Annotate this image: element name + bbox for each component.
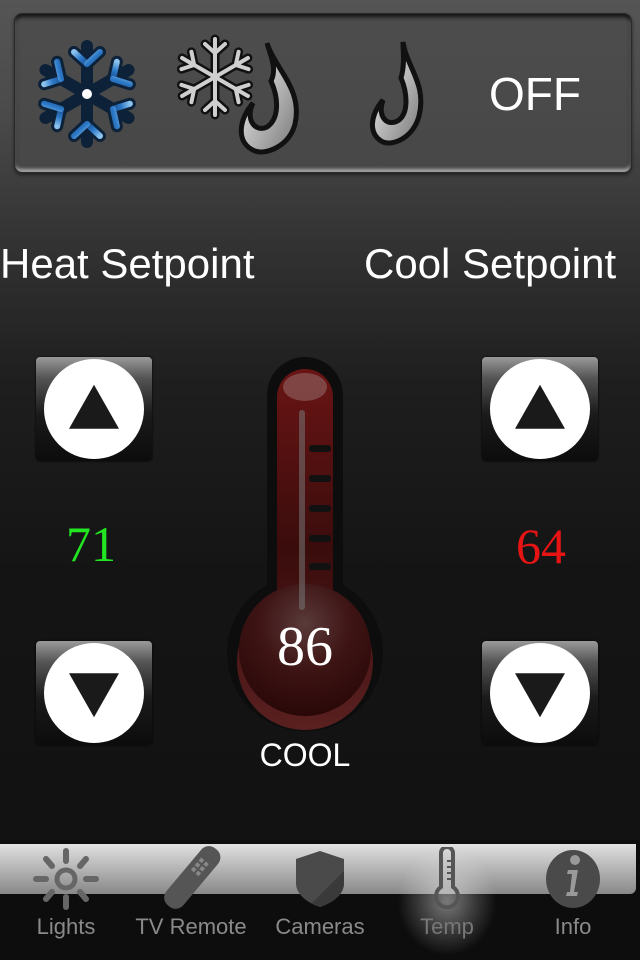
snowflake-icon: [32, 40, 142, 154]
tab-label: TV Remote: [135, 914, 247, 939]
tab-label: Lights: [36, 914, 96, 939]
tab-label: Temp: [420, 914, 474, 939]
info-icon: [546, 850, 600, 908]
heat-up-button[interactable]: [36, 357, 152, 461]
arrow-down-icon: [515, 673, 565, 718]
sun-icon: [33, 848, 99, 910]
heat-setpoint-value: 71: [66, 516, 116, 572]
auto-mode-button[interactable]: [175, 14, 315, 174]
tab-cameras[interactable]: Cameras: [256, 840, 384, 960]
remote-icon: [164, 846, 221, 909]
tab-info[interactable]: Info: [509, 840, 637, 960]
mode-status: COOL: [259, 737, 351, 773]
heat-down-button[interactable]: [36, 641, 152, 745]
current-temperature: 86: [277, 616, 333, 678]
flame-icon: [370, 41, 424, 146]
arrow-down-icon: [69, 673, 119, 718]
heat-setpoint-title: Heat Setpoint: [0, 240, 255, 287]
tab-lights[interactable]: Lights: [2, 840, 130, 960]
cool-setpoint-title: Cool Setpoint: [364, 240, 617, 287]
cool-setpoint-value: 64: [516, 518, 566, 574]
mode-selector: OFF: [14, 13, 632, 173]
cool-up-button[interactable]: [482, 357, 598, 461]
thermometer-icon: [434, 847, 460, 910]
tab-temp[interactable]: Temp: [383, 840, 511, 960]
cool-mode-button[interactable]: [27, 14, 147, 174]
off-label: OFF: [489, 68, 581, 120]
tab-label: Cameras: [275, 914, 365, 939]
heat-mode-button[interactable]: [345, 14, 445, 174]
snowflake-flame-icon: [175, 34, 299, 155]
arrow-up-icon: [515, 384, 565, 429]
arrow-up-icon: [69, 384, 119, 429]
off-mode-button[interactable]: OFF: [465, 14, 605, 174]
tab-tv-remote[interactable]: TV Remote: [127, 840, 255, 960]
tab-label: Info: [554, 914, 592, 939]
cool-down-button[interactable]: [482, 641, 598, 745]
tab-bar: Lights TV Remote Cameras Temp Info: [0, 840, 640, 960]
shield-icon: [296, 851, 344, 907]
